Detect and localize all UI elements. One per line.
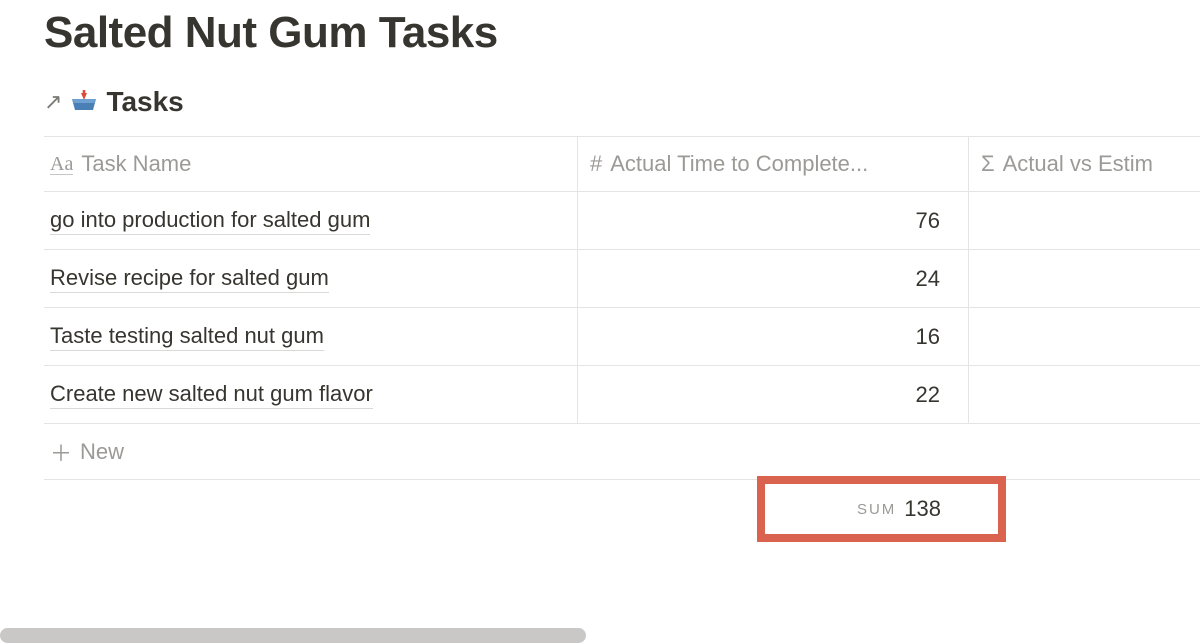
table-row[interactable]: Create new salted nut gum flavor 22 xyxy=(44,366,1200,424)
page-title: Salted Nut Gum Tasks xyxy=(44,8,1200,58)
column-label: Task Name xyxy=(81,151,191,177)
cell-actual-time[interactable]: 16 xyxy=(578,308,969,365)
inbox-icon xyxy=(69,90,99,114)
cell-actual-vs-estim[interactable] xyxy=(969,366,1200,423)
cell-actual-vs-estim[interactable] xyxy=(969,192,1200,249)
cell-actual-time[interactable]: 22 xyxy=(578,366,969,423)
column-header-actual-vs-estim[interactable]: Σ Actual vs Estim xyxy=(969,137,1200,191)
cell-task-name[interactable]: Create new salted nut gum flavor xyxy=(44,366,578,423)
column-label: Actual Time to Complete... xyxy=(610,151,868,177)
cell-value: 16 xyxy=(916,324,940,350)
cell-value: 22 xyxy=(916,382,940,408)
number-type-icon: # xyxy=(590,151,602,177)
cell-task-name[interactable]: Taste testing salted nut gum xyxy=(44,308,578,365)
cell-actual-vs-estim[interactable] xyxy=(969,308,1200,365)
column-header-actual-time[interactable]: # Actual Time to Complete... xyxy=(578,137,969,191)
open-arrow-icon[interactable]: ↗ xyxy=(44,89,62,115)
data-table: Aa Task Name # Actual Time to Complete..… xyxy=(44,136,1200,538)
summary-label: SUM xyxy=(857,501,896,518)
summary-value: 138 xyxy=(904,496,941,522)
task-title: Create new salted nut gum flavor xyxy=(50,381,373,409)
table-row[interactable]: Revise recipe for salted gum 24 xyxy=(44,250,1200,308)
cell-task-name[interactable]: go into production for salted gum xyxy=(44,192,578,249)
table-row[interactable]: go into production for salted gum 76 xyxy=(44,192,1200,250)
text-type-icon: Aa xyxy=(50,154,73,175)
table-footer-row: SUM 138 xyxy=(44,480,1200,538)
new-row-label: New xyxy=(80,439,124,465)
plus-icon: ＋ xyxy=(50,436,72,468)
database-heading[interactable]: ↗ Tasks xyxy=(44,86,1200,118)
cell-actual-time[interactable]: 76 xyxy=(578,192,969,249)
cell-task-name[interactable]: Revise recipe for salted gum xyxy=(44,250,578,307)
table-header-row: Aa Task Name # Actual Time to Complete..… xyxy=(44,136,1200,192)
task-title: Revise recipe for salted gum xyxy=(50,265,329,293)
cell-value: 24 xyxy=(916,266,940,292)
horizontal-scrollbar[interactable] xyxy=(0,628,586,643)
formula-type-icon: Σ xyxy=(981,151,995,177)
column-summary-actual-time[interactable]: SUM 138 xyxy=(578,480,969,538)
task-title: Taste testing salted nut gum xyxy=(50,323,324,351)
cell-actual-vs-estim[interactable] xyxy=(969,250,1200,307)
table-row[interactable]: Taste testing salted nut gum 16 xyxy=(44,308,1200,366)
cell-actual-time[interactable]: 24 xyxy=(578,250,969,307)
cell-value: 76 xyxy=(916,208,940,234)
task-title: go into production for salted gum xyxy=(50,207,370,235)
column-label: Actual vs Estim xyxy=(1003,151,1153,177)
column-header-task-name[interactable]: Aa Task Name xyxy=(44,137,578,191)
new-row-button[interactable]: ＋ New xyxy=(44,424,1200,480)
database-title[interactable]: Tasks xyxy=(106,86,183,118)
